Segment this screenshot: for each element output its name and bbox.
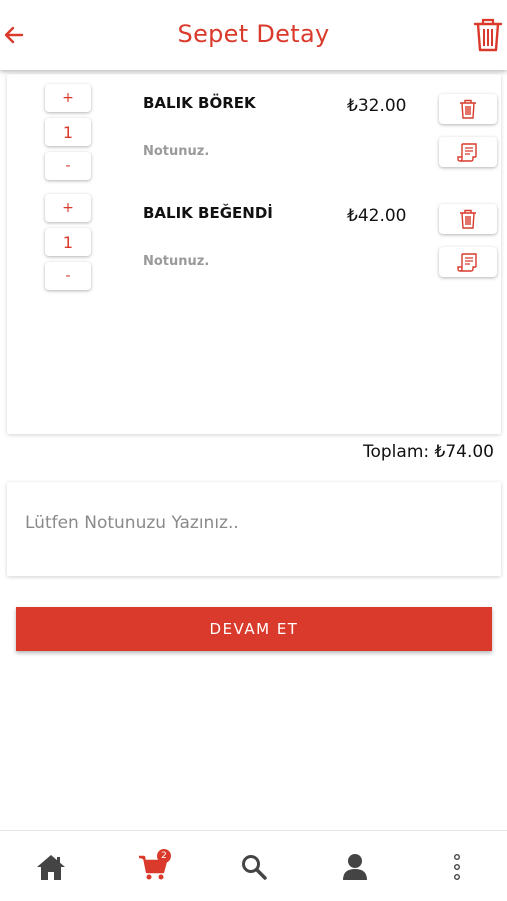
increment-button[interactable]: +: [45, 84, 91, 112]
note-icon: [457, 253, 477, 272]
item-name: BALIK BEĞENDİ: [143, 204, 273, 222]
nav-cart[interactable]: 2: [133, 849, 173, 885]
nav-profile[interactable]: [335, 849, 375, 885]
home-icon: [37, 855, 65, 880]
order-note-input[interactable]: [23, 508, 487, 538]
nav-more[interactable]: [437, 849, 477, 885]
nav-search[interactable]: [234, 849, 274, 885]
edit-note-button[interactable]: [439, 137, 497, 167]
item-price: ₺32.00: [347, 96, 407, 116]
decrement-button[interactable]: -: [45, 152, 91, 180]
search-icon: [242, 855, 267, 880]
nav-home[interactable]: [31, 849, 71, 885]
continue-button[interactable]: DEVAM ET: [16, 607, 492, 651]
quantity-value: 1: [45, 118, 91, 146]
delete-item-button[interactable]: [439, 94, 497, 124]
item-note: Notunuz.: [143, 144, 210, 159]
app-bar: Sepet Detay: [0, 0, 507, 70]
cart-badge: 2: [157, 849, 171, 863]
delete-item-button[interactable]: [439, 204, 497, 234]
order-note-box: [7, 482, 501, 576]
note-icon: [457, 143, 477, 162]
quantity-value: 1: [45, 228, 91, 256]
cart-item: + 1 - BALIK BEĞENDİ ₺42.00 Notunuz.: [7, 190, 501, 300]
increment-button[interactable]: +: [45, 194, 91, 222]
item-name: BALIK BÖREK: [143, 94, 256, 112]
more-vertical-icon: [454, 854, 460, 881]
edit-note-button[interactable]: [439, 247, 497, 277]
decrement-button[interactable]: -: [45, 262, 91, 290]
trash-icon: [473, 18, 503, 52]
cart-items-card: + 1 - BALIK BÖREK ₺32.00 Notunuz. + 1 - …: [7, 74, 501, 434]
trash-icon: [460, 209, 476, 229]
page-title: Sepet Detay: [177, 20, 330, 48]
cart-item: + 1 - BALIK BÖREK ₺32.00 Notunuz.: [7, 80, 501, 190]
clear-cart-button[interactable]: [472, 17, 504, 53]
item-price: ₺42.00: [347, 206, 407, 226]
bottom-navigation: 2: [0, 830, 507, 901]
cart-total: Toplam: ₺74.00: [362, 442, 494, 462]
item-note: Notunuz.: [143, 254, 210, 269]
trash-icon: [460, 99, 476, 119]
user-icon: [343, 854, 367, 880]
